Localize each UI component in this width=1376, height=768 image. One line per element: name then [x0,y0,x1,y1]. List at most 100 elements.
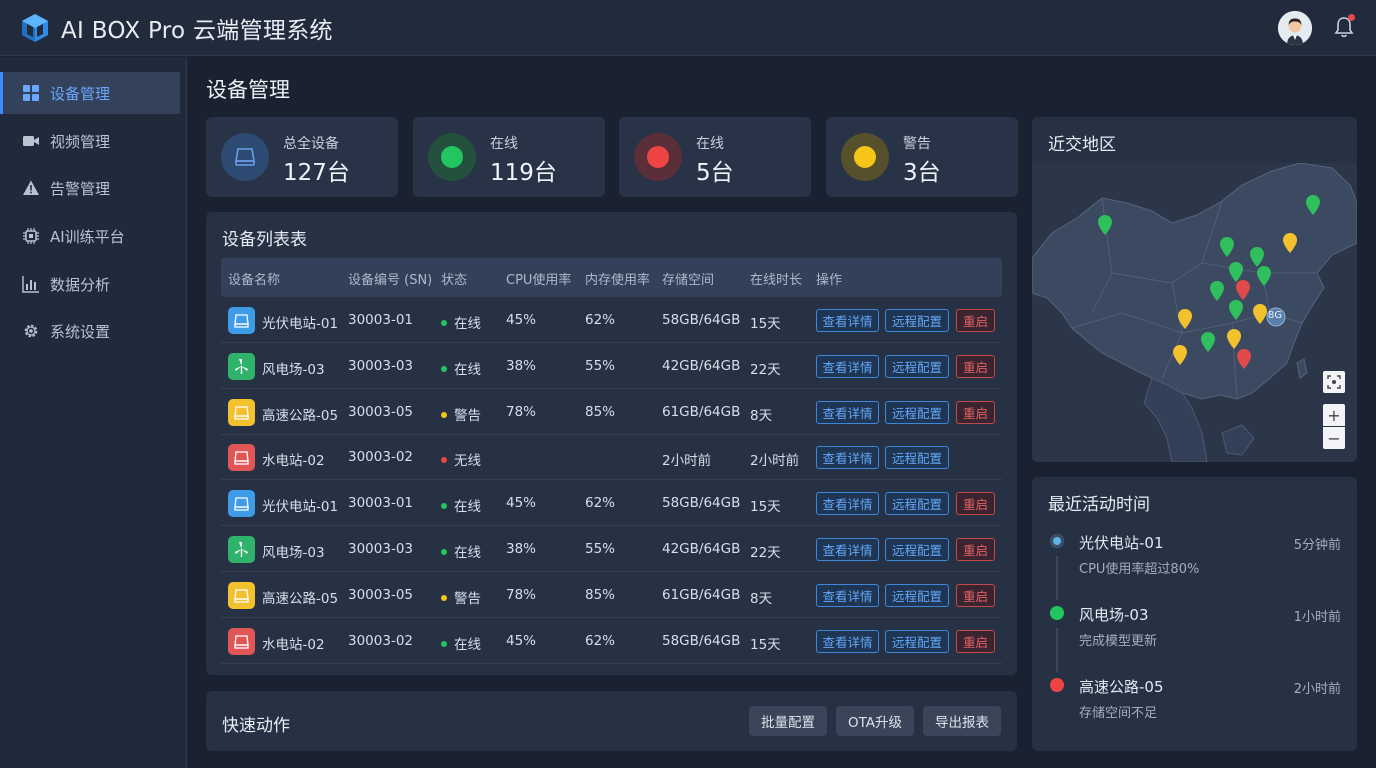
uptime: 15天 [750,499,781,516]
device-name: 光伏电站-01 [262,316,339,332]
restart-button[interactable]: 重启 [956,583,995,607]
wind-turbine-icon [228,352,255,380]
table-row[interactable]: 光伏电站-01 30003-01 在线 45% 62% 58GB/64GB 15天 查看详情远… [221,480,1002,527]
solar-device-icon [228,490,255,518]
memory-usage: 62% [585,495,616,512]
cpu-usage: 45% [506,495,537,512]
quick-actions-title: 快速动作 [222,716,290,736]
sidebar-item-device-management[interactable]: 设备管理 [0,72,180,114]
column-header: 操作 [816,273,843,288]
table-row[interactable]: 光伏电站-01 30003-01 在线 45% 62% 58GB/64GB 15天 查看详情远… [221,297,1002,343]
wind-turbine-icon [228,536,255,563]
uptime: 22天 [750,361,781,378]
restart-button[interactable]: 重启 [956,400,995,424]
person-icon [1278,11,1312,45]
storage: 58GB/64GB [662,312,741,328]
cube-logo-icon [22,13,48,42]
uptime: 8天 [750,590,773,607]
device-status: 在线 [441,633,481,653]
stat-label: 警告 [903,136,931,152]
export-report-button[interactable]: 导出报表 [923,706,1001,736]
notification-badge [1348,14,1355,21]
view-details-button[interactable]: 查看详情 [816,446,879,470]
activity-description: CPU使用率超过80% [1079,562,1200,577]
remote-config-button[interactable]: 远程配置 [885,583,949,607]
page-title: 设备管理 [206,78,290,102]
device-status: 警告 [441,404,481,424]
activity-device-name: 高速公路-05 [1079,678,1164,696]
sidebar-item-data-analysis[interactable]: 数据分析 [0,263,180,305]
map-view[interactable]: 8G [1032,163,1357,462]
stat-card-total: 总全设备 127台 [206,117,398,197]
view-details-button[interactable]: 查看详情 [816,538,879,561]
device-name: 高速公路-05 [262,407,339,424]
table-row[interactable]: 高速公路-05 30003-05 警告 78% 85% 61GB/64GB 8天 查看详情 远程… [221,389,1002,435]
table-row[interactable]: 水电站-02 30003-02 在线 45% 62% 58GB/64GB 15天 查看详情 远程… [221,618,1002,664]
remote-config-button[interactable]: 远程配置 [885,446,949,470]
remote-config-button[interactable]: 远程配置 [885,629,949,653]
view-details-button[interactable]: 查看详情 [816,629,879,653]
storage: 42GB/64GB [662,357,741,374]
app-title: AI BOX Pro 云端管理系统 [61,17,333,44]
activity-time: 2小时前 [1293,682,1341,697]
remote-config-button[interactable]: 远程配置 [885,354,949,378]
memory-usage: 55% [585,541,616,557]
device-name: 光伏电站-01 [262,499,339,516]
status-dot [441,549,447,555]
memory-usage: 55% [585,357,616,374]
view-details-button[interactable]: 查看详情 [816,400,879,424]
status-dot [441,365,447,372]
remote-config-button[interactable]: 远程配置 [885,309,949,332]
restart-button[interactable]: 重启 [956,492,995,516]
device-sn: 30003-05 [348,403,413,420]
sidebar-item-alarm-management[interactable]: 告警管理 [0,167,180,209]
remote-config-button[interactable]: 远程配置 [885,538,949,561]
zoom-out-button[interactable]: − [1323,427,1345,449]
timeline-dot [1050,678,1064,692]
storage: 61GB/64GB [662,586,741,603]
device-sn: 30003-05 [348,586,413,603]
solar-device-icon [228,307,255,334]
zoom-in-button[interactable]: + [1323,404,1345,426]
grid-icon [23,85,39,101]
view-details-button[interactable]: 查看详情 [816,354,879,378]
restart-button[interactable]: 重启 [956,354,995,378]
sidebar-item-ai-training[interactable]: AI训练平台 [0,215,180,257]
top-header: AI BOX Pro 云端管理系统 [0,0,1376,56]
view-details-button[interactable]: 查看详情 [816,492,879,516]
status-text: 在线 [454,499,481,516]
view-details-button[interactable]: 查看详情 [816,309,879,332]
map-cluster-badge[interactable]: 8G [1268,310,1282,321]
user-avatar[interactable] [1278,11,1312,45]
remote-config-button[interactable]: 远程配置 [885,492,949,516]
locate-button[interactable] [1323,371,1345,393]
restart-button[interactable]: 重启 [956,538,995,561]
status-dot [441,411,447,418]
status-text: 在线 [454,545,481,561]
cpu-usage: 38% [506,541,537,557]
ota-upgrade-button[interactable]: OTA升级 [836,706,914,736]
view-details-button[interactable]: 查看详情 [816,583,879,607]
table-row[interactable]: 风电场-03 30003-03 在线 38% 55% 42GB/64GB 22天 查看详情 远程… [221,343,1002,389]
table-row[interactable]: 高速公路-05 30003-05 警告 78% 85% 61GB/64GB 8天 查看详情 远程… [221,572,1002,618]
road-device-icon [228,398,255,426]
batch-config-button[interactable]: 批量配置 [749,706,827,736]
device-icon [235,148,255,166]
device-name: 风电场-03 [262,545,325,561]
status-dot [441,503,447,510]
china-map [1032,163,1357,462]
table-row[interactable]: 风电场-03 30003-03 在线 38% 55% 42GB/64GB 22天 查看详情 远程… [221,526,1002,572]
remote-config-button[interactable]: 远程配置 [885,400,949,424]
stat-card-warning: 警告 3台 [826,117,1018,197]
restart-button[interactable]: 重启 [956,309,995,332]
sidebar-item-label: 设备管理 [50,84,111,103]
sidebar-item-system-settings[interactable]: 系统设置 [0,310,180,352]
table-row[interactable]: 水电站-02 30003-02 无线 2小时前 2小时前 查看详情 远程配置 [221,434,1002,481]
sidebar-item-video-management[interactable]: 视频管理 [0,120,180,162]
column-header: 内存使用率 [585,273,651,288]
cpu-usage: 78% [506,403,537,420]
online-indicator [428,133,476,181]
restart-button[interactable]: 重启 [956,629,995,653]
status-text: 警告 [454,590,481,607]
activity-title: 最近活动时间 [1048,495,1150,515]
